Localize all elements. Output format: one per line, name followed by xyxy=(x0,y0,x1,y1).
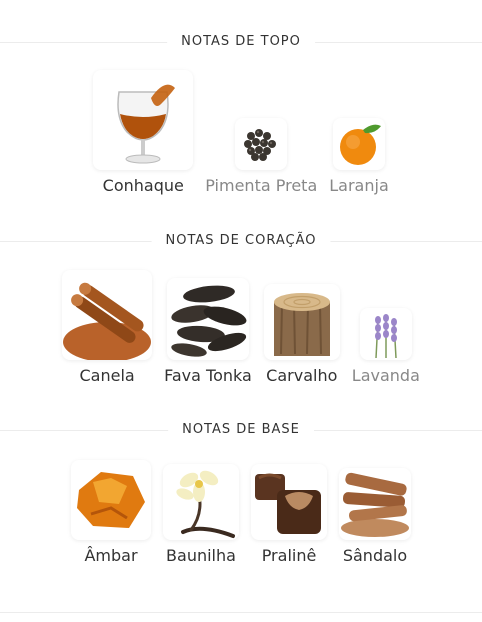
section-header-top-notes: NOTAS DE TOPO xyxy=(0,28,482,56)
praline-icon xyxy=(251,464,327,540)
note-carvalho[interactable]: Carvalho xyxy=(263,284,340,385)
section-header-base-notes: NOTAS DE BASE xyxy=(0,416,482,444)
cognac-glass-icon xyxy=(93,70,194,170)
note-label: Laranja xyxy=(329,176,389,195)
tonka-bean-icon xyxy=(166,278,249,360)
section-title-heart-notes: NOTAS DE CORAÇÃO xyxy=(151,227,331,255)
note-laranja[interactable]: Laranja xyxy=(329,118,389,195)
note-sandalo[interactable]: Sândalo xyxy=(339,468,411,565)
notes-row-base: Âmbar Baunilha Pralinê Sândalo xyxy=(0,460,482,565)
note-label: Pralinê xyxy=(261,546,317,565)
notes-row-top: Conhaque Pimenta Preta Laranja xyxy=(0,70,482,195)
section-title-top-notes: NOTAS DE TOPO xyxy=(167,28,315,56)
note-pimenta-preta[interactable]: Pimenta Preta xyxy=(205,118,317,195)
note-label: Fava Tonka xyxy=(164,366,252,385)
lavender-icon xyxy=(359,308,412,360)
note-conhaque[interactable]: Conhaque xyxy=(93,70,194,195)
section-title-base-notes: NOTAS DE BASE xyxy=(168,416,314,444)
note-canela[interactable]: Canela xyxy=(62,270,153,385)
black-pepper-icon xyxy=(235,118,288,170)
note-fava-tonka[interactable]: Fava Tonka xyxy=(164,278,252,385)
note-label: Canela xyxy=(79,366,135,385)
note-lavanda[interactable]: Lavanda xyxy=(352,308,420,385)
note-label: Lavanda xyxy=(351,366,420,385)
note-label: Conhaque xyxy=(102,176,184,195)
sandalwood-icon xyxy=(339,468,411,540)
note-ambar[interactable]: Âmbar xyxy=(71,460,151,565)
note-label: Pimenta Preta xyxy=(205,176,318,195)
divider xyxy=(0,612,482,613)
notes-row-heart: Canela Fava Tonka Carvalho Lavanda xyxy=(0,270,482,385)
vanilla-icon xyxy=(163,464,239,540)
note-praline[interactable]: Pralinê xyxy=(251,464,327,565)
orange-icon xyxy=(333,118,385,170)
note-baunilha[interactable]: Baunilha xyxy=(163,464,239,565)
note-label: Carvalho xyxy=(266,366,338,385)
note-label: Sândalo xyxy=(342,546,408,565)
note-label: Âmbar xyxy=(84,546,138,565)
cinnamon-icon xyxy=(62,270,153,360)
oak-wood-icon xyxy=(263,284,340,360)
note-label: Baunilha xyxy=(166,546,236,565)
amber-icon xyxy=(71,460,151,540)
section-header-heart-notes: NOTAS DE CORAÇÃO xyxy=(0,227,482,255)
